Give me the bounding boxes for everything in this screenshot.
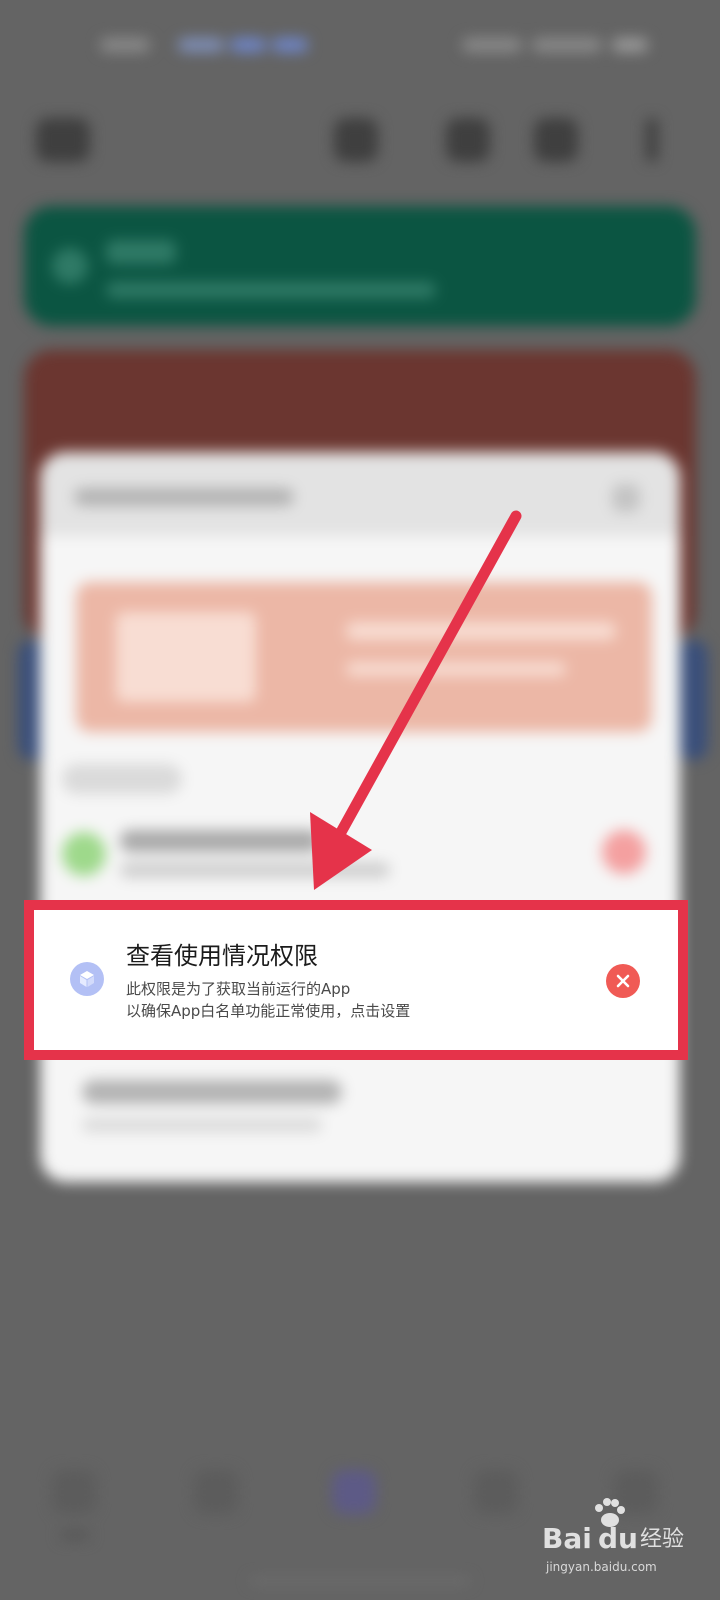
cube-icon xyxy=(70,962,104,996)
baidu-logo: Bai du 经验 xyxy=(542,1498,684,1555)
status-bar-right xyxy=(462,34,652,56)
close-button[interactable] xyxy=(606,964,640,998)
svg-text:Bai: Bai xyxy=(542,1522,592,1555)
toolbar-search-icon xyxy=(334,118,378,162)
blurred-background xyxy=(0,0,720,1600)
toolbar-left-icon xyxy=(36,118,90,162)
status-bar-left xyxy=(100,34,310,56)
watermark-url: jingyan.baidu.com xyxy=(546,1560,657,1574)
permission-desc-line-2: 以确保App白名单功能正常使用，点击设置 xyxy=(126,1002,411,1020)
nav-icon-1 xyxy=(52,1470,96,1514)
nav-icon-2 xyxy=(194,1470,238,1514)
toolbar-icon-3 xyxy=(534,118,578,162)
nav-label-1 xyxy=(60,1530,90,1540)
permission-description: 此权限是为了获取当前运行的App 以确保App白名单功能正常使用，点击设置 xyxy=(126,978,410,1022)
nav-icon-4 xyxy=(474,1470,518,1514)
nav-icon-3 xyxy=(332,1470,376,1514)
permission-toast[interactable]: 查看使用情况权限 此权限是为了获取当前运行的App 以确保App白名单功能正常使… xyxy=(34,910,678,1050)
app-panel xyxy=(40,452,680,1182)
permission-desc-line-1: 此权限是为了获取当前运行的App xyxy=(126,980,351,998)
permission-title: 查看使用情况权限 xyxy=(126,942,318,970)
svg-text:du: du xyxy=(598,1522,638,1555)
svg-text:经验: 经验 xyxy=(640,1527,684,1552)
toolbar-icon-2 xyxy=(446,118,490,162)
home-indicator xyxy=(250,1578,470,1584)
baidu-watermark: Bai du 经验 jingyan.baidu.com xyxy=(536,1494,696,1584)
close-icon xyxy=(616,974,630,988)
toolbar-more-icon xyxy=(646,118,658,162)
green-card xyxy=(24,206,696,326)
side-edge-right xyxy=(678,640,708,760)
highlight-box: 查看使用情况权限 此权限是为了获取当前运行的App 以确保App白名单功能正常使… xyxy=(24,900,688,1060)
